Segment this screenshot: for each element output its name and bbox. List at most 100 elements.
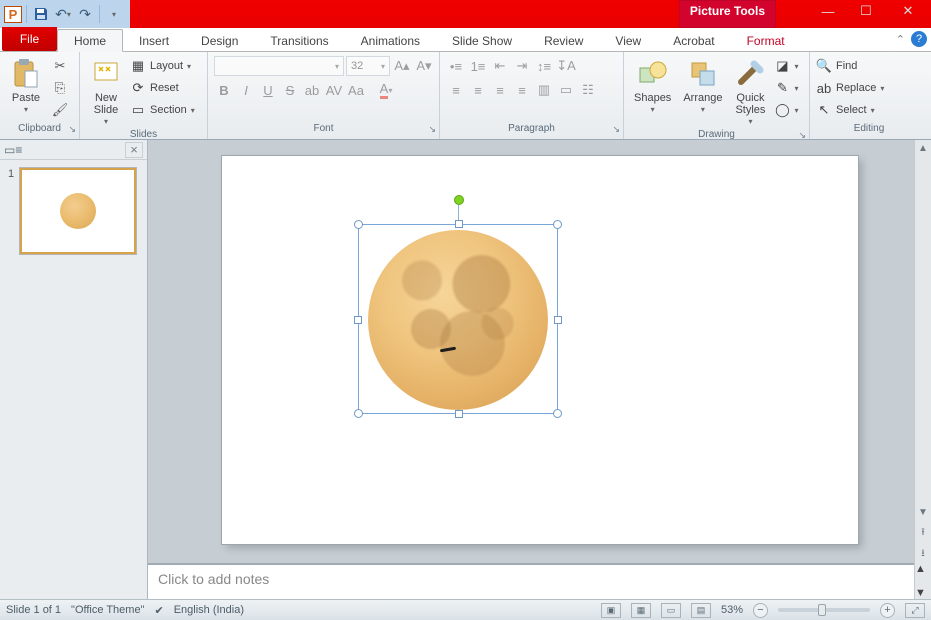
- slide-stage[interactable]: [148, 140, 931, 563]
- handle-s[interactable]: [455, 410, 463, 418]
- justify-button[interactable]: ≡: [512, 80, 532, 100]
- shape-effects-button[interactable]: ◯▾: [774, 100, 798, 120]
- copy-icon[interactable]: ⎘: [50, 78, 70, 98]
- reset-button[interactable]: ⟳Reset: [130, 78, 195, 98]
- dialog-launcher-icon[interactable]: ↘: [68, 124, 76, 135]
- text-direction-button[interactable]: ↧A: [556, 56, 576, 76]
- app-icon[interactable]: P: [4, 6, 22, 23]
- tab-animations[interactable]: Animations: [345, 30, 436, 51]
- outline-tab-icon[interactable]: ≡: [15, 143, 22, 157]
- section-button[interactable]: ▭Section▾: [130, 100, 195, 120]
- shrink-font-icon[interactable]: A▾: [414, 56, 434, 76]
- quick-styles-button[interactable]: Quick Styles▾: [730, 56, 770, 129]
- help-icon[interactable]: ?: [911, 31, 927, 47]
- zoom-slider[interactable]: [778, 608, 870, 612]
- handle-ne[interactable]: [553, 220, 562, 229]
- bold-button[interactable]: B: [214, 80, 234, 100]
- tab-insert[interactable]: Insert: [123, 30, 185, 51]
- font-family-combo[interactable]: ▾: [214, 56, 344, 76]
- grow-font-icon[interactable]: A▴: [392, 56, 412, 76]
- handle-sw[interactable]: [354, 409, 363, 418]
- handle-w[interactable]: [354, 316, 362, 324]
- slide-thumbnail[interactable]: [20, 168, 136, 254]
- selection-box[interactable]: [358, 224, 558, 414]
- tab-view[interactable]: View: [599, 30, 657, 51]
- shapes-button[interactable]: Shapes▾: [630, 56, 675, 117]
- scroll-up-icon[interactable]: ▲: [915, 563, 931, 575]
- slide[interactable]: [222, 156, 858, 544]
- font-color-button[interactable]: A▾: [376, 80, 396, 100]
- decrease-indent-button[interactable]: ⇤: [490, 56, 510, 76]
- tab-acrobat[interactable]: Acrobat: [657, 30, 730, 51]
- moon-image[interactable]: [368, 230, 548, 410]
- save-icon[interactable]: [31, 4, 51, 24]
- scroll-up-icon[interactable]: ▲: [915, 140, 931, 157]
- sorter-view-button[interactable]: ▦: [631, 603, 651, 618]
- slides-tab-icon[interactable]: ▭: [4, 143, 15, 157]
- scroll-down-icon[interactable]: ▼: [915, 504, 931, 521]
- minimize-button[interactable]: —: [809, 0, 847, 22]
- tab-transitions[interactable]: Transitions: [254, 30, 344, 51]
- change-case-button[interactable]: Aa: [346, 80, 366, 100]
- maximize-button[interactable]: ☐: [847, 0, 885, 22]
- font-size-combo[interactable]: 32▾: [346, 56, 390, 76]
- dialog-launcher-icon[interactable]: ↘: [428, 124, 436, 135]
- language-indicator[interactable]: English (India): [174, 604, 244, 616]
- arrange-button[interactable]: Arrange▾: [679, 56, 726, 117]
- shape-fill-button[interactable]: ◪▾: [774, 56, 798, 76]
- paste-button[interactable]: Paste ▾: [6, 56, 46, 117]
- tab-file[interactable]: File: [2, 27, 57, 51]
- prev-slide-icon[interactable]: ⭱: [915, 525, 931, 542]
- normal-view-button[interactable]: ▣: [601, 603, 621, 618]
- vertical-scrollbar[interactable]: ▲ ▼ ⭱ ⭳: [914, 140, 931, 563]
- close-pane-icon[interactable]: ×: [125, 142, 143, 158]
- tab-slide-show[interactable]: Slide Show: [436, 30, 528, 51]
- layout-button[interactable]: ▦Layout▾: [130, 56, 195, 76]
- align-text-button[interactable]: ▭: [556, 80, 576, 100]
- tab-home[interactable]: Home: [57, 29, 123, 52]
- minimize-ribbon-icon[interactable]: ⌃: [896, 33, 905, 46]
- tab-design[interactable]: Design: [185, 30, 254, 51]
- zoom-in-button[interactable]: +: [880, 603, 895, 618]
- handle-n[interactable]: [455, 220, 463, 228]
- undo-icon[interactable]: ↶▾: [53, 4, 73, 24]
- new-slide-button[interactable]: New Slide▾: [86, 56, 126, 129]
- numbering-button[interactable]: 1≡: [468, 56, 488, 76]
- find-button[interactable]: 🔍Find: [816, 56, 884, 76]
- notes-scrollbar[interactable]: ▲ ▼: [914, 563, 931, 599]
- slideshow-view-button[interactable]: ▤: [691, 603, 711, 618]
- replace-button[interactable]: abReplace▾: [816, 78, 884, 98]
- tab-format[interactable]: Format: [731, 30, 801, 51]
- select-button[interactable]: ↖Select▾: [816, 100, 884, 120]
- next-slide-icon[interactable]: ⭳: [915, 546, 931, 563]
- align-center-button[interactable]: ≡: [468, 80, 488, 100]
- cut-icon[interactable]: ✂: [50, 56, 70, 76]
- zoom-thumb[interactable]: [818, 604, 826, 616]
- align-right-button[interactable]: ≡: [490, 80, 510, 100]
- shape-outline-button[interactable]: ✎▾: [774, 78, 798, 98]
- rotation-handle[interactable]: [454, 195, 464, 205]
- align-left-button[interactable]: ≡: [446, 80, 466, 100]
- columns-button[interactable]: ▥: [534, 80, 554, 100]
- reading-view-button[interactable]: ▭: [661, 603, 681, 618]
- char-spacing-button[interactable]: AV: [324, 80, 344, 100]
- dialog-launcher-icon[interactable]: ↘: [612, 124, 620, 135]
- handle-se[interactable]: [553, 409, 562, 418]
- shadow-button[interactable]: ab: [302, 80, 322, 100]
- qat-customize-icon[interactable]: ▾: [104, 4, 124, 24]
- notes-pane[interactable]: Click to add notes: [148, 563, 931, 599]
- italic-button[interactable]: I: [236, 80, 256, 100]
- close-button[interactable]: ✕: [885, 0, 931, 22]
- underline-button[interactable]: U: [258, 80, 278, 100]
- line-spacing-button[interactable]: ↕≡: [534, 56, 554, 76]
- zoom-out-button[interactable]: −: [753, 603, 768, 618]
- smartart-button[interactable]: ☷: [578, 80, 598, 100]
- scroll-down-icon[interactable]: ▼: [915, 587, 931, 599]
- redo-icon[interactable]: ↷: [75, 4, 95, 24]
- fit-to-window-button[interactable]: ⤢: [905, 603, 925, 618]
- bullets-button[interactable]: •≡: [446, 56, 466, 76]
- strike-button[interactable]: S: [280, 80, 300, 100]
- handle-e[interactable]: [554, 316, 562, 324]
- tab-review[interactable]: Review: [528, 30, 599, 51]
- increase-indent-button[interactable]: ⇥: [512, 56, 532, 76]
